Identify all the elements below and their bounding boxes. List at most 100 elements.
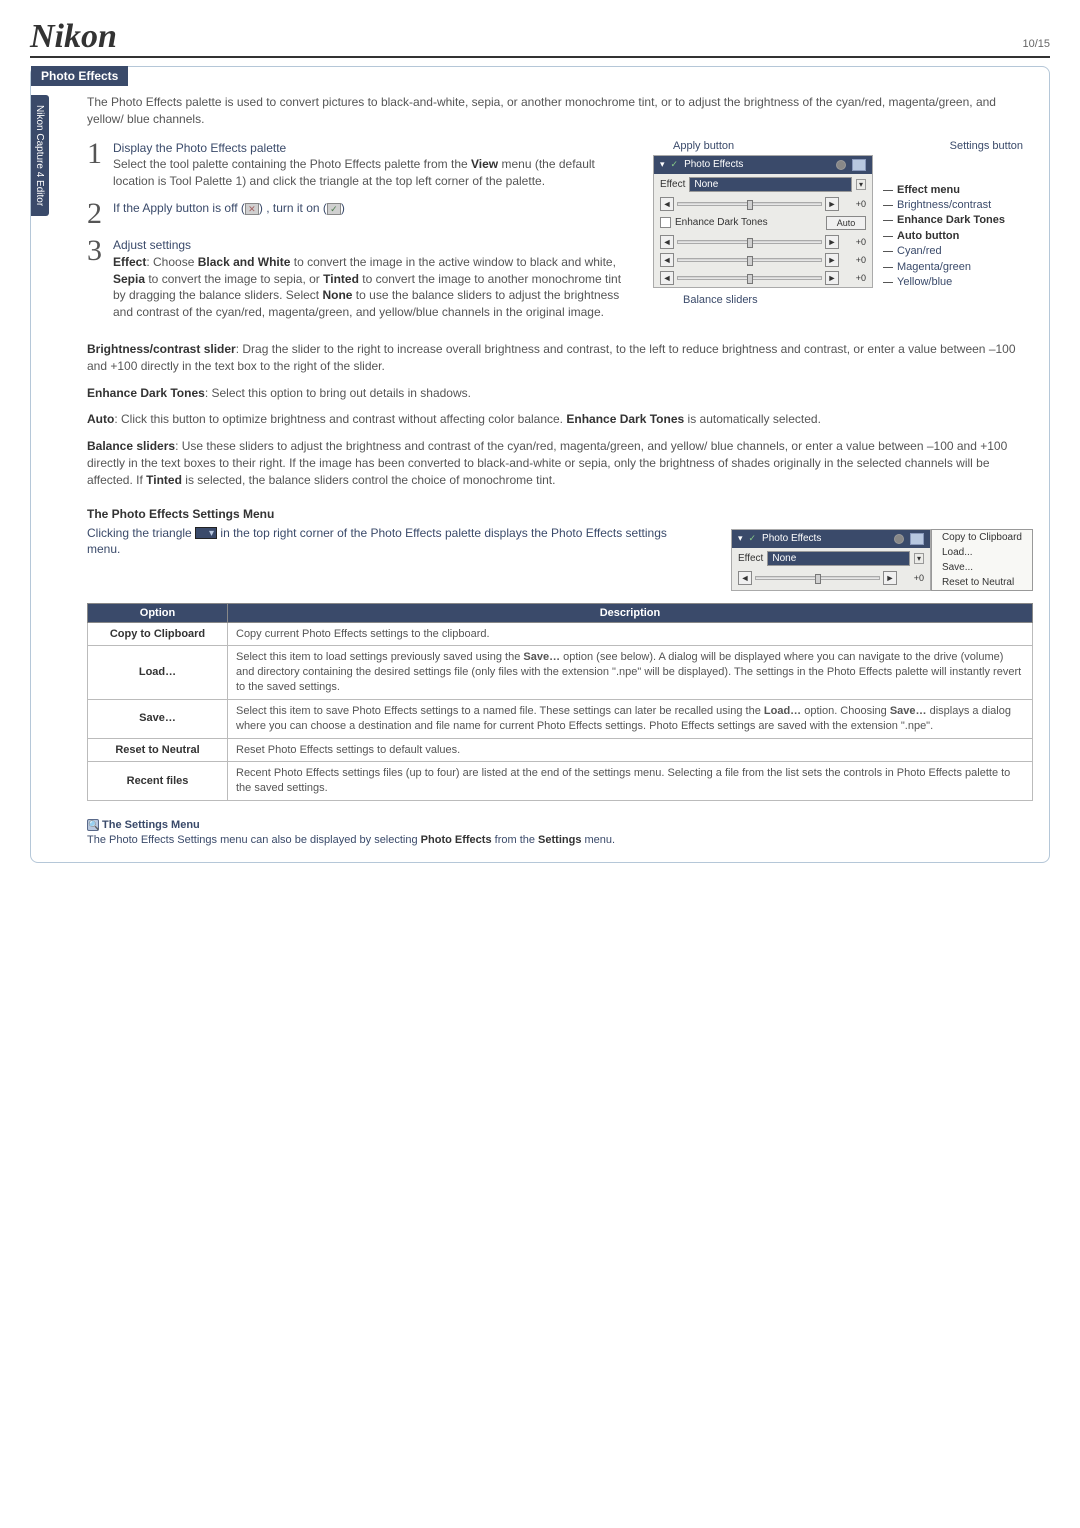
auto-callout: Auto button: [897, 230, 959, 242]
step2-title-c: ): [341, 201, 345, 215]
palette-triangle-icon[interactable]: ▾: [660, 159, 665, 170]
apply-on-icon: ✓: [327, 203, 341, 215]
palette-title: Photo Effects: [684, 159, 830, 170]
menu-item-reset[interactable]: Reset to Neutral: [932, 575, 1032, 590]
table-row: Save…Select this item to save Photo Effe…: [88, 699, 1033, 738]
arrow-left-icon[interactable]: ◄: [660, 197, 674, 211]
apply-led-icon[interactable]: [836, 160, 846, 170]
th-option: Option: [88, 603, 228, 622]
dark-callout: Enhance Dark Tones: [897, 214, 1005, 226]
opt-cell: Reset to Neutral: [88, 738, 228, 762]
auto-text-a: : Click this button to optimize brightne…: [114, 412, 566, 426]
step2-title-a: If the Apply button is off (: [113, 201, 245, 215]
section-title: Photo Effects: [31, 66, 128, 86]
dropdown-icon[interactable]: ▾: [856, 179, 866, 190]
auto-text-b: is automatically selected.: [684, 412, 821, 426]
arrow-left-icon[interactable]: ◄: [660, 253, 674, 267]
menu-item-copy[interactable]: Copy to Clipboard: [932, 530, 1032, 545]
enhance-checkbox[interactable]: [660, 217, 671, 228]
foot-b: from the: [492, 834, 538, 846]
opt-cell: Recent files: [88, 762, 228, 801]
settings-chip-icon[interactable]: [852, 159, 866, 171]
palette-check-icon: ✓: [671, 159, 679, 170]
effect-label-2: Effect: [738, 553, 763, 564]
step1-title: Display the Photo Effects palette: [113, 141, 286, 155]
intro-text: The Photo Effects palette is used to con…: [87, 94, 1033, 128]
arrow-right-icon[interactable]: ►: [825, 235, 839, 249]
menu-item-save[interactable]: Save...: [932, 560, 1032, 575]
brightness-slider-2[interactable]: [755, 576, 880, 580]
apply-off-icon: ✕: [245, 203, 259, 215]
desc-cell: Reset Photo Effects settings to default …: [228, 738, 1033, 762]
step3-b: : Choose: [146, 255, 197, 269]
step-3: 3 Adjust settings Effect: Choose Black a…: [87, 237, 633, 321]
slider-value: +0: [842, 237, 866, 247]
arrow-right-icon[interactable]: ►: [825, 253, 839, 267]
magnify-icon: 🔍: [87, 819, 99, 831]
magenta-slider[interactable]: [677, 258, 822, 262]
triangle-chip-icon[interactable]: [195, 527, 217, 539]
bal-tinted: Tinted: [146, 473, 182, 487]
th-desc: Description: [228, 603, 1033, 622]
table-row: Recent filesRecent Photo Effects setting…: [88, 762, 1033, 801]
enhance-label: Enhance Dark Tones: [675, 217, 768, 228]
step3-d: to convert the image to sepia, or: [145, 272, 323, 286]
arrow-left-icon[interactable]: ◄: [738, 571, 752, 585]
bc-callout: Brightness/contrast: [883, 198, 1005, 213]
dark-lead: Enhance Dark Tones: [87, 386, 205, 400]
settings-menu-figure: ▾ ✓ Photo Effects Effect None ▾ ◄: [731, 529, 1033, 591]
content-panel: Photo Effects The Photo Effects palette …: [30, 66, 1050, 863]
desc-cell: Recent Photo Effects settings files (up …: [228, 762, 1033, 801]
foot-pe: Photo Effects: [421, 834, 492, 846]
step1-body-a: Select the tool palette containing the P…: [113, 157, 471, 171]
step3-bw: Black and White: [198, 255, 291, 269]
yellow-slider[interactable]: [677, 276, 822, 280]
slider-value: +0: [842, 273, 866, 283]
step-number: 1: [87, 140, 105, 190]
bc-lead: Brightness/contrast slider: [87, 342, 236, 356]
arrow-right-icon[interactable]: ►: [883, 571, 897, 585]
bal-lead: Balance sliders: [87, 439, 175, 453]
palette-check-icon: ✓: [748, 533, 756, 544]
yellow-callout: Yellow/blue: [883, 275, 1005, 290]
arrow-right-icon[interactable]: ►: [825, 271, 839, 285]
palette-diagram: Apply button Settings button ▾ ✓ Photo E…: [653, 140, 1033, 306]
magenta-callout: Magenta/green: [883, 260, 1005, 275]
step1-view: View: [471, 157, 498, 171]
slider-value: +0: [842, 199, 866, 209]
cyan-slider[interactable]: [677, 240, 822, 244]
table-row: Load…Select this item to load settings p…: [88, 646, 1033, 700]
dropdown-icon[interactable]: ▾: [914, 553, 924, 564]
page-number: 10/15: [1022, 38, 1050, 50]
settings-intro-a: Clicking the triangle: [87, 526, 195, 540]
effect-select-2[interactable]: None: [767, 551, 910, 566]
table-row: Reset to NeutralReset Photo Effects sett…: [88, 738, 1033, 762]
settings-button-label: Settings button: [950, 140, 1023, 152]
foot-c: menu.: [581, 834, 615, 846]
arrow-left-icon[interactable]: ◄: [660, 271, 674, 285]
palette-triangle-icon[interactable]: ▾: [738, 533, 743, 544]
effect-select[interactable]: None: [689, 177, 852, 192]
desc-cell: Select this item to save Photo Effects s…: [228, 699, 1033, 738]
desc-cell: Copy current Photo Effects settings to t…: [228, 622, 1033, 646]
menu-item-load[interactable]: Load...: [932, 545, 1032, 560]
apply-led-icon[interactable]: [894, 534, 904, 544]
options-table: Option Description Copy to ClipboardCopy…: [87, 603, 1033, 802]
settings-chip-icon[interactable]: [910, 533, 924, 545]
effect-menu-callout: Effect menu: [897, 184, 960, 196]
auto-lead: Auto: [87, 412, 114, 426]
foot-settings: Settings: [538, 834, 581, 846]
auto-button[interactable]: Auto: [826, 216, 866, 230]
brightness-slider[interactable]: [677, 202, 822, 206]
step3-effect: Effect: [113, 255, 146, 269]
settings-menu-title: The Photo Effects Settings Menu: [87, 507, 1033, 521]
step3-c: to convert the image in the active windo…: [290, 255, 616, 269]
step-2: 2 If the Apply button is off (✕) , turn …: [87, 200, 633, 227]
arrow-left-icon[interactable]: ◄: [660, 235, 674, 249]
foot-a: The Photo Effects Settings menu can also…: [87, 834, 421, 846]
cyan-callout: Cyan/red: [883, 244, 1005, 259]
palette-title-2: Photo Effects: [762, 533, 888, 544]
arrow-right-icon[interactable]: ►: [825, 197, 839, 211]
slider-value: +0: [900, 573, 924, 583]
opt-cell: Load…: [88, 646, 228, 700]
